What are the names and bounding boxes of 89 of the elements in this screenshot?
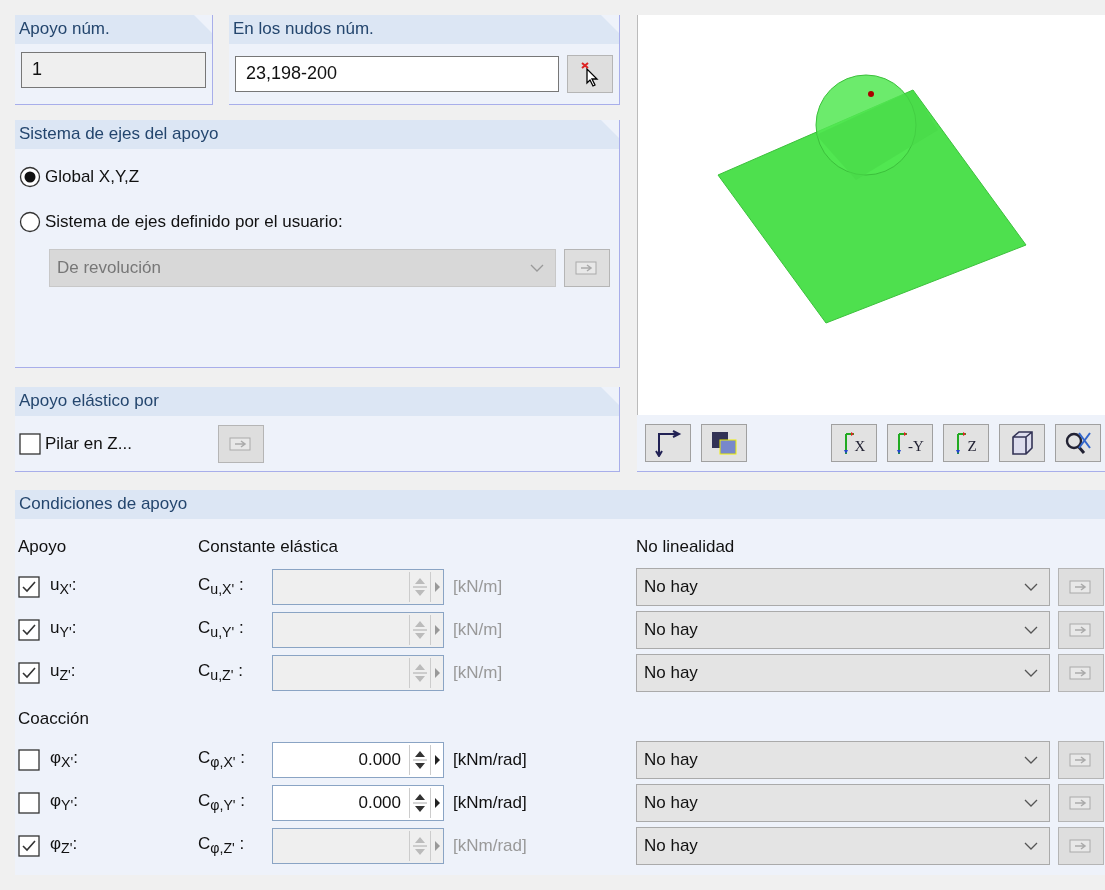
dropdown[interactable]: No hay [636, 826, 1050, 865]
unit-label: [kNm/rad] [452, 749, 528, 770]
spin-arrows-icon [409, 614, 430, 645]
pick-button[interactable] [567, 55, 613, 93]
checkbox[interactable] [18, 661, 40, 684]
constant-label: C$_{u,X'}$ : [198, 575, 245, 598]
spin-arrows-icon [409, 830, 430, 861]
group-label: Coacción [18, 708, 90, 730]
spin-arrows-icon [409, 744, 430, 775]
checkbox[interactable] [18, 748, 40, 771]
constant-label: C$_{φ,Z'}$ : [198, 834, 246, 857]
support-label: u$_{Z'}$: [50, 661, 77, 684]
number-field[interactable]: 0.000 [272, 784, 444, 821]
number-field[interactable]: 0.000 [272, 741, 444, 778]
constant-label: C$_{u,Z'}$ : [198, 661, 244, 684]
number-field[interactable] [272, 827, 444, 864]
edit-button[interactable] [1058, 826, 1104, 865]
unit-label: [kNm/rad] [452, 835, 528, 856]
support-label: φ$_{X'}$: [50, 748, 79, 771]
axis-label: -Y [908, 439, 924, 456]
edit-button[interactable] [564, 249, 610, 287]
dropdown[interactable]: No hay [636, 567, 1050, 606]
toolbar-button[interactable] [1055, 424, 1101, 462]
dropdown[interactable]: No hay [636, 740, 1050, 779]
unit-label: [kN/m] [452, 662, 504, 683]
axis-icon [955, 430, 968, 456]
chevron-down-icon [1023, 581, 1039, 592]
section-header: En los nudos núm. [229, 15, 619, 44]
toolbar-button[interactable] [701, 424, 747, 462]
edit-button[interactable] [217, 424, 264, 463]
input-field[interactable]: 23,198-200 [235, 56, 559, 92]
checkbox[interactable] [18, 575, 40, 598]
unit-label: [kN/m] [452, 619, 504, 640]
section-header: Condiciones de apoyo [15, 490, 1105, 519]
column-header: No linealidad [636, 536, 735, 558]
axis-icon [896, 430, 909, 456]
radio-option[interactable]: Global X,Y,Z [19, 159, 615, 195]
chevron-down-icon [1023, 840, 1039, 851]
support-label: u$_{X'}$: [50, 575, 78, 598]
dropdown[interactable]: No hay [636, 653, 1050, 692]
chevron-down-icon [529, 263, 545, 273]
constant-label: C$_{φ,X'}$ : [198, 748, 246, 771]
squares-icon [709, 429, 739, 457]
unit-label: [kN/m] [452, 576, 504, 597]
column-header: Apoyo [18, 536, 67, 558]
play-icon[interactable] [430, 787, 443, 818]
toolbar-button[interactable] [645, 424, 691, 462]
radio-option[interactable]: Sistema de ejes definido por el usuario: [19, 204, 615, 240]
play-icon[interactable] [430, 744, 443, 775]
checkbox[interactable] [18, 834, 40, 857]
dropdown[interactable]: No hay [636, 610, 1050, 649]
checkbox[interactable] [18, 618, 40, 641]
column-header: Constante elástica [198, 536, 338, 558]
toolbar-button[interactable]: X [831, 424, 877, 462]
axes-icon [653, 429, 683, 457]
edit-button[interactable] [1058, 783, 1104, 822]
edit-button[interactable] [1058, 567, 1104, 606]
constant-label: C$_{u,Y'}$ : [198, 618, 245, 641]
toolbar-button[interactable] [999, 424, 1045, 462]
dropdown[interactable]: No hay [636, 783, 1050, 822]
edit-button[interactable] [1058, 740, 1104, 779]
constant-label: C$_{φ,Y'}$ : [198, 791, 246, 814]
edit-button[interactable] [1058, 653, 1104, 692]
checkbox[interactable] [18, 791, 40, 814]
unit-label: [kNm/rad] [452, 792, 528, 813]
spin-arrows-icon [409, 787, 430, 818]
chevron-down-icon [1023, 624, 1039, 635]
section-header: Sistema de ejes del apoyo [15, 120, 619, 149]
chevron-down-icon [1023, 754, 1039, 765]
support-label: φ$_{Y'}$: [50, 791, 79, 814]
axis-label: X [854, 439, 866, 456]
chevron-down-icon [1023, 667, 1039, 678]
axis-icon [842, 430, 855, 456]
spin-arrows-icon [409, 657, 430, 688]
chevron-down-icon [1023, 797, 1039, 808]
number-field[interactable] [272, 654, 444, 691]
number-field[interactable] [272, 568, 444, 605]
section-header: Apoyo núm. [15, 15, 212, 44]
checkbox-option[interactable]: Pilar en Z... [19, 425, 132, 462]
spin-arrows-icon [409, 571, 430, 602]
axis-label: Z [967, 439, 977, 456]
toolbar-button[interactable]: Z [943, 424, 989, 462]
edit-button[interactable] [1058, 610, 1104, 649]
section-header: Apoyo elástico por [15, 387, 619, 416]
input-field[interactable]: 1 [21, 52, 206, 88]
support-label: u$_{Y'}$: [50, 618, 78, 641]
toolbar-button[interactable]: -Y [887, 424, 933, 462]
support-label: φ$_{Z'}$: [50, 834, 79, 857]
number-field[interactable] [272, 611, 444, 648]
